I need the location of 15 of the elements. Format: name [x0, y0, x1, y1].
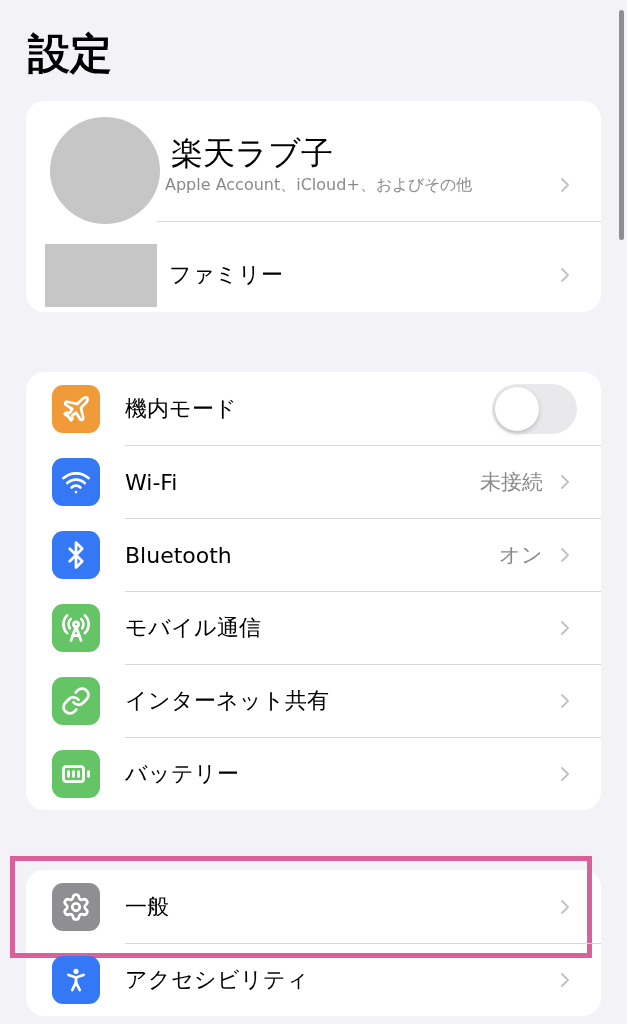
setting-label[interactable]: Bluetooth	[125, 542, 232, 568]
account-name[interactable]: 楽天ラブ子	[165, 133, 601, 173]
page-title: 設定	[28, 28, 113, 80]
setting-value: 未接続	[480, 469, 543, 496]
setting-label[interactable]: 一般	[125, 891, 169, 922]
family-label[interactable]: ファミリー	[169, 260, 283, 290]
setting-label[interactable]: Wi-Fi	[125, 469, 178, 495]
setting-label[interactable]: インターネット共有	[125, 686, 329, 716]
setting-value: オン	[499, 542, 543, 569]
setting-label[interactable]: 機内モード	[125, 393, 237, 424]
setting-label[interactable]: バッテリー	[125, 759, 239, 789]
setting-label[interactable]: アクセシビリティ	[125, 965, 309, 995]
toggle-switch[interactable]	[492, 383, 577, 434]
account-subtitle: Apple Account、iCloud+、およびその他	[165, 174, 472, 196]
setting-label[interactable]: モバイル通信	[125, 613, 261, 643]
